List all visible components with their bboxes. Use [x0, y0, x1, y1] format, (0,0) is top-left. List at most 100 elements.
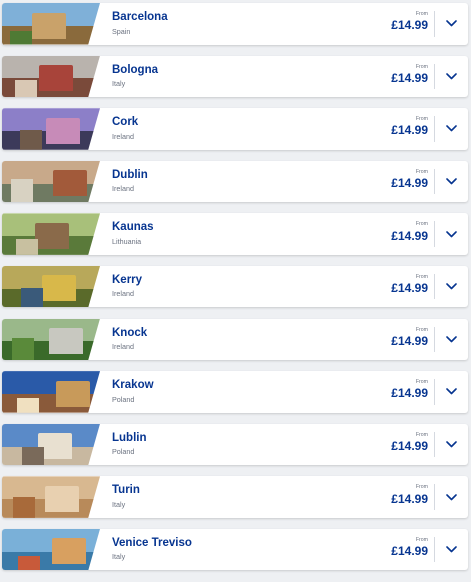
- destination-card[interactable]: Bologna Italy From £14.99: [2, 55, 468, 98]
- country-name: Ireland: [112, 184, 134, 194]
- country-name: Ireland: [112, 289, 134, 299]
- destination-card[interactable]: Turin Italy From £14.99: [2, 476, 468, 518]
- price-block: From £14.99: [378, 56, 428, 98]
- destination-card[interactable]: Knock Ireland From £14.99: [2, 318, 468, 361]
- destination-info: Kerry Ireland: [100, 266, 378, 308]
- chevron-down-icon: [446, 283, 457, 290]
- price-block: From £14.99: [378, 266, 428, 308]
- chevron-down-icon: [446, 230, 457, 237]
- from-label: From: [415, 431, 428, 438]
- price: £14.99: [391, 333, 428, 348]
- price: £14.99: [391, 438, 428, 453]
- photo-building: [53, 170, 87, 197]
- price: £14.99: [391, 175, 428, 190]
- expand-button[interactable]: [435, 108, 468, 150]
- city-name: Kerry: [112, 273, 143, 286]
- expand-button[interactable]: [435, 476, 468, 518]
- expand-button[interactable]: [435, 319, 468, 361]
- city-name: Cork: [112, 116, 139, 129]
- photo-detail: [21, 288, 43, 308]
- destination-photo: [2, 318, 100, 361]
- price: £14.99: [391, 228, 428, 243]
- photo-detail: [15, 80, 37, 98]
- photo-building: [39, 65, 73, 92]
- destination-info: Krakow Poland: [100, 371, 378, 413]
- chevron-down-icon: [446, 178, 457, 185]
- destination-photo: [2, 423, 100, 466]
- chevron-down-icon: [446, 125, 457, 132]
- photo-building: [42, 275, 76, 302]
- destination-info: Lublin Poland: [100, 424, 378, 466]
- photo-detail: [10, 30, 32, 45]
- photo-building: [46, 117, 80, 144]
- photo-building: [45, 485, 79, 512]
- destination-info: Kaunas Lithuania: [100, 213, 378, 255]
- destination-photo: [2, 265, 100, 308]
- destination-card[interactable]: Kerry Ireland From £14.99: [2, 265, 468, 308]
- city-name: Dublin: [112, 168, 148, 181]
- from-label: From: [415, 379, 428, 386]
- chevron-down-icon: [446, 20, 457, 27]
- destination-photo: [2, 3, 100, 45]
- expand-button[interactable]: [435, 161, 468, 203]
- city-name: Kaunas: [112, 221, 154, 234]
- destination-card[interactable]: Kaunas Lithuania From £14.99: [2, 213, 468, 255]
- country-name: Ireland: [112, 131, 134, 141]
- destination-card[interactable]: Cork Ireland From £14.99: [2, 108, 468, 150]
- price-block: From £14.99: [378, 424, 428, 466]
- price-block: From £14.99: [378, 529, 428, 571]
- price: £14.99: [391, 544, 428, 559]
- price-block: From £14.99: [378, 476, 428, 518]
- price: £14.99: [391, 123, 428, 138]
- price-block: From £14.99: [378, 3, 428, 45]
- price-block: From £14.99: [378, 371, 428, 413]
- destination-card[interactable]: Barcelona Spain From £14.99: [2, 3, 468, 45]
- chevron-down-icon: [446, 388, 457, 395]
- destination-photo: [2, 213, 100, 255]
- expand-button[interactable]: [435, 371, 468, 413]
- destination-info: Turin Italy: [100, 476, 378, 518]
- destination-photo: [2, 528, 100, 571]
- from-label: From: [415, 484, 428, 491]
- expand-button[interactable]: [435, 3, 468, 45]
- city-name: Krakow: [112, 379, 154, 392]
- city-name: Lublin: [112, 431, 147, 444]
- destination-card[interactable]: Dublin Ireland From £14.99: [2, 160, 468, 203]
- price: £14.99: [391, 386, 428, 401]
- price: £14.99: [391, 281, 428, 296]
- photo-detail: [11, 179, 33, 203]
- from-label: From: [415, 221, 428, 228]
- photo-building: [52, 538, 86, 565]
- city-name: Turin: [112, 484, 140, 497]
- price-block: From £14.99: [378, 213, 428, 255]
- price: £14.99: [391, 70, 428, 85]
- photo-detail: [22, 447, 44, 466]
- destination-card[interactable]: Lublin Poland From £14.99: [2, 423, 468, 466]
- from-label: From: [415, 63, 428, 70]
- country-name: Italy: [112, 79, 126, 89]
- country-name: Spain: [112, 26, 131, 36]
- chevron-down-icon: [446, 73, 457, 80]
- expand-button[interactable]: [435, 213, 468, 255]
- expand-button[interactable]: [435, 56, 468, 98]
- from-label: From: [415, 168, 428, 175]
- destination-photo: [2, 476, 100, 518]
- price: £14.99: [391, 18, 428, 33]
- from-label: From: [415, 536, 428, 543]
- destination-card[interactable]: Venice Treviso Italy From £14.99: [2, 528, 468, 571]
- country-name: Ireland: [112, 342, 134, 352]
- destination-card[interactable]: Krakow Poland From £14.99: [2, 371, 468, 413]
- city-name: Bologna: [112, 63, 158, 76]
- photo-detail: [17, 397, 39, 413]
- chevron-down-icon: [446, 546, 457, 553]
- price-block: From £14.99: [378, 108, 428, 150]
- photo-building: [35, 222, 69, 249]
- country-name: Poland: [112, 447, 135, 457]
- destination-info: Barcelona Spain: [100, 3, 378, 45]
- expand-button[interactable]: [435, 424, 468, 466]
- expand-button[interactable]: [435, 529, 468, 571]
- chevron-down-icon: [446, 336, 457, 343]
- expand-button[interactable]: [435, 266, 468, 308]
- photo-building: [49, 328, 83, 355]
- destination-list: Barcelona Spain From £14.99 Bologna Ital…: [2, 3, 468, 582]
